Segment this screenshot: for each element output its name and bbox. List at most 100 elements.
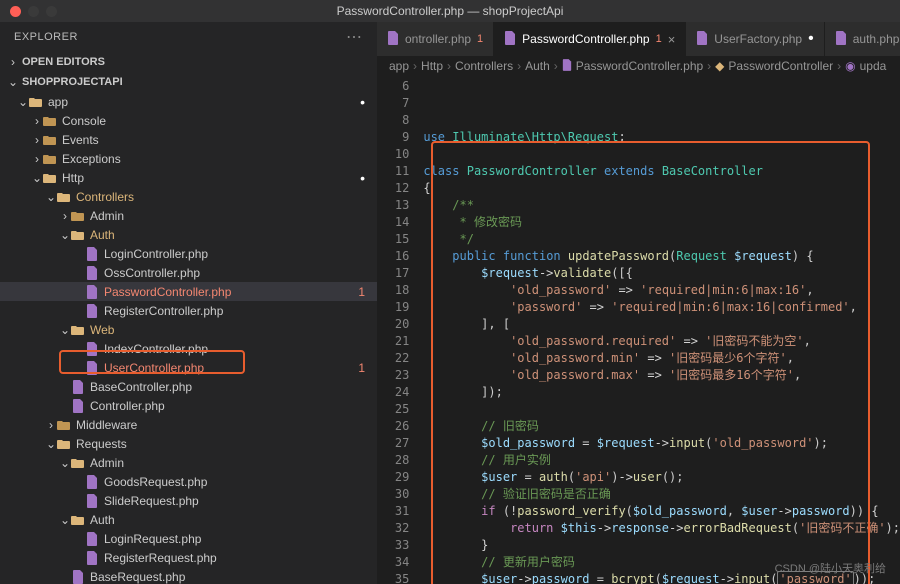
tree-item[interactable]: Controller.php xyxy=(0,396,377,415)
line-number: 20 xyxy=(377,316,409,333)
line-number: 13 xyxy=(377,197,409,214)
code-line[interactable]: if (!password_verify($old_password, $use… xyxy=(423,503,900,520)
tree-item[interactable]: ›Console xyxy=(0,111,377,130)
chevron-down-icon: ⌄ xyxy=(8,75,18,89)
editor-pane: ontroller.php1PasswordController.php1×Us… xyxy=(377,22,900,584)
code-line[interactable]: // 旧密码 xyxy=(423,418,900,435)
breadcrumb-item[interactable]: app xyxy=(389,59,409,73)
tree-item[interactable]: ⌄Admin xyxy=(0,453,377,472)
code-line[interactable]: } xyxy=(423,537,900,554)
tree-item[interactable]: ›Middleware xyxy=(0,415,377,434)
tree-item-label: GoodsRequest.php xyxy=(104,475,207,489)
tree-item[interactable]: UserController.php1 xyxy=(0,358,377,377)
tree-item-label: Exceptions xyxy=(62,152,121,166)
code-line[interactable]: 'old_password.min' => '旧密码最少6个字符', xyxy=(423,350,900,367)
tree-item[interactable]: GoodsRequest.php xyxy=(0,472,377,491)
folder-icon xyxy=(56,417,72,433)
breadcrumb-item[interactable]: PasswordController xyxy=(728,59,833,73)
chevron-down-icon: ⌄ xyxy=(60,456,70,470)
line-number: 32 xyxy=(377,520,409,537)
breadcrumb[interactable]: app›Http›Controllers›Auth›PasswordContro… xyxy=(377,56,900,76)
editor-tab[interactable]: ontroller.php1 xyxy=(377,22,494,56)
code-line[interactable]: 'old_password' => 'required|min:6|max:16… xyxy=(423,282,900,299)
line-number: 21 xyxy=(377,333,409,350)
code-line[interactable]: use Illuminate\Http\Request; xyxy=(423,129,900,146)
tree-item[interactable]: ⌄Http• xyxy=(0,168,377,187)
tree-item-label: IndexController.php xyxy=(104,342,208,356)
code-content[interactable]: use Illuminate\Http\Request; class Passw… xyxy=(423,76,900,584)
project-section[interactable]: ⌄ SHOPPROJECTAPI xyxy=(0,72,377,92)
breadcrumb-item[interactable]: upda xyxy=(860,59,887,73)
breadcrumb-item[interactable]: Http xyxy=(421,59,443,73)
watermark: CSDN @陆小天奥利给 xyxy=(775,560,886,576)
more-actions-icon[interactable]: ⋯ xyxy=(346,27,363,47)
editor-tab[interactable]: PasswordController.php1× xyxy=(494,22,686,56)
code-line[interactable]: $old_password = $request->input('old_pas… xyxy=(423,435,900,452)
code-line[interactable] xyxy=(423,401,900,418)
code-line[interactable]: $user = auth('api')->user(); xyxy=(423,469,900,486)
folder-open-icon xyxy=(70,455,86,471)
titlebar: PasswordController.php — shopProjectApi xyxy=(0,0,900,22)
code-line[interactable]: // 用户实例 xyxy=(423,452,900,469)
breadcrumb-item[interactable]: Auth xyxy=(525,59,550,73)
tree-item[interactable]: ⌄app• xyxy=(0,92,377,111)
line-number: 17 xyxy=(377,265,409,282)
chevron-right-icon: › xyxy=(32,114,42,128)
modified-dot-icon: • xyxy=(808,30,814,48)
close-icon[interactable]: × xyxy=(668,32,676,47)
error-count: 1 xyxy=(358,285,365,299)
code-line[interactable]: 'old_password.max' => '旧密码最多16个字符', xyxy=(423,367,900,384)
tree-item[interactable]: BaseController.php xyxy=(0,377,377,396)
code-line[interactable]: ], [ xyxy=(423,316,900,333)
php-icon xyxy=(387,31,399,48)
code-line[interactable]: $request->validate([{ xyxy=(423,265,900,282)
tree-item[interactable]: RegisterRequest.php xyxy=(0,548,377,567)
tree-item[interactable]: IndexController.php xyxy=(0,339,377,358)
tree-item[interactable]: LoginController.php xyxy=(0,244,377,263)
tree-item[interactable]: ⌄Controllers xyxy=(0,187,377,206)
breadcrumb-item[interactable]: PasswordController.php xyxy=(576,59,703,73)
tree-item[interactable]: › Exceptions xyxy=(0,149,377,168)
tree-item[interactable]: ⌄Requests xyxy=(0,434,377,453)
line-number: 24 xyxy=(377,384,409,401)
code-line[interactable]: /** xyxy=(423,197,900,214)
tree-item[interactable]: PasswordController.php 1 xyxy=(0,282,377,301)
line-number: 22 xyxy=(377,350,409,367)
breadcrumb-item[interactable]: Controllers xyxy=(455,59,513,73)
code-line[interactable]: public function updatePassword(Request $… xyxy=(423,248,900,265)
code-line[interactable]: 'password' => 'required|min:6|max:16|con… xyxy=(423,299,900,316)
line-number: 6 xyxy=(377,78,409,95)
tree-item[interactable]: ›Admin xyxy=(0,206,377,225)
tree-item[interactable]: ⌄Web xyxy=(0,320,377,339)
code-line[interactable]: { xyxy=(423,180,900,197)
tree-item[interactable]: ⌄Auth xyxy=(0,225,377,244)
tree-item[interactable]: ⌄Auth xyxy=(0,510,377,529)
editor-tab[interactable]: UserFactory.php• xyxy=(686,22,824,56)
error-count: 1 xyxy=(477,33,483,45)
code-line[interactable]: * 修改密码 xyxy=(423,214,900,231)
tree-item[interactable]: SlideRequest.php xyxy=(0,491,377,510)
php-icon xyxy=(84,474,100,490)
open-editors-section[interactable]: › OPEN EDITORS xyxy=(0,52,377,72)
code-line[interactable]: // 验证旧密码是否正确 xyxy=(423,486,900,503)
code-line[interactable]: class PasswordController extends BaseCon… xyxy=(423,163,900,180)
chevron-right-icon: › xyxy=(32,152,42,166)
tree-item-label: PasswordController.php xyxy=(104,285,231,299)
code-line[interactable]: */ xyxy=(423,231,900,248)
chevron-down-icon: ⌄ xyxy=(46,190,56,204)
tree-item[interactable]: RegisterController.php xyxy=(0,301,377,320)
chevron-right-icon: › xyxy=(413,59,417,73)
tree-item[interactable]: OssController.php xyxy=(0,263,377,282)
code-line[interactable]: return $this->response->errorBadRequest(… xyxy=(423,520,900,537)
code-line[interactable]: ]); xyxy=(423,384,900,401)
tree-item[interactable]: ›Events xyxy=(0,130,377,149)
code-line[interactable] xyxy=(423,146,900,163)
tree-item[interactable]: LoginRequest.php xyxy=(0,529,377,548)
php-icon xyxy=(504,31,516,48)
editor-tab[interactable]: auth.php xyxy=(825,22,900,56)
code-line[interactable]: 'old_password.required' => '旧密码不能为空', xyxy=(423,333,900,350)
line-gutter: 6789101112131415161718192021222324252627… xyxy=(377,76,423,584)
code-area[interactable]: 6789101112131415161718192021222324252627… xyxy=(377,76,900,584)
chevron-down-icon: ⌄ xyxy=(18,95,28,109)
tree-item[interactable]: BaseRequest.php xyxy=(0,567,377,584)
